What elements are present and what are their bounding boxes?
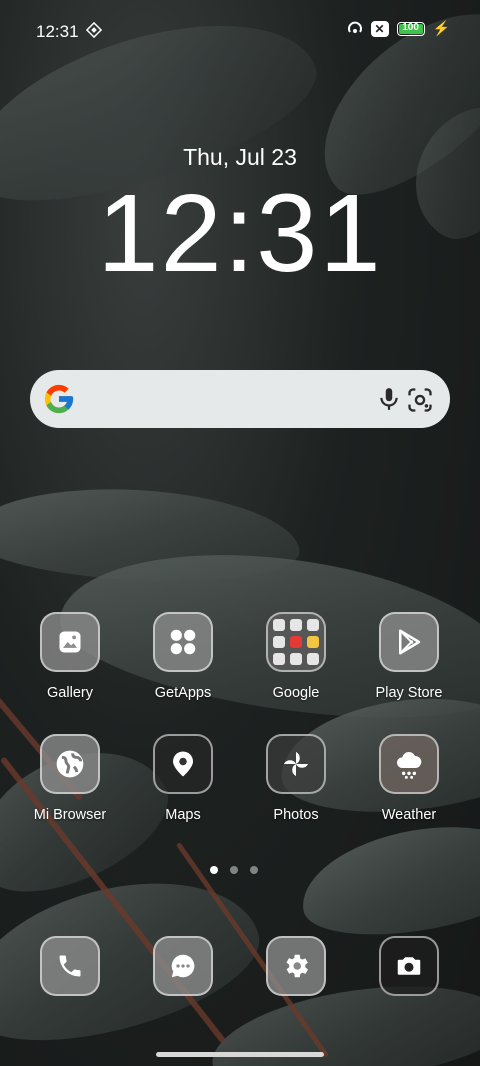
date-text: Thu, Jul 23 xyxy=(183,144,297,170)
page-dot-3[interactable] xyxy=(250,866,258,874)
getapps-icon xyxy=(170,629,196,655)
cloud-rain-icon xyxy=(397,751,422,779)
page-dot-1[interactable] xyxy=(210,866,218,874)
google-logo-icon xyxy=(44,384,74,414)
page-indicator xyxy=(210,866,258,874)
app-maps[interactable]: Maps xyxy=(133,734,233,823)
clock-widget[interactable]: 12:31 xyxy=(0,170,480,297)
charging-bolt-icon: ⚡ xyxy=(432,20,450,36)
play-store-icon xyxy=(399,629,421,655)
status-bar: 12:31 ✕ 100 ⚡ xyxy=(0,0,480,62)
dock-camera[interactable] xyxy=(359,936,459,996)
app-label: Mi Browser xyxy=(33,807,107,823)
nfc-icon xyxy=(86,22,102,38)
microphone-icon[interactable] xyxy=(376,386,402,412)
app-weather[interactable]: Weather xyxy=(359,734,459,823)
google-lens-icon[interactable] xyxy=(406,386,434,414)
dock-settings[interactable] xyxy=(246,936,346,996)
phone-icon xyxy=(59,955,81,977)
battery-icon: 100 xyxy=(396,21,425,36)
globe-icon xyxy=(56,750,84,778)
app-mi-browser[interactable]: Mi Browser xyxy=(20,734,120,823)
camera-icon xyxy=(397,957,421,975)
app-label: Maps xyxy=(165,807,201,823)
app-photos[interactable]: Photos xyxy=(246,734,346,823)
gesture-nav-handle[interactable] xyxy=(156,1052,324,1057)
app-play-store[interactable]: Play Store xyxy=(359,612,459,701)
dock-phone[interactable] xyxy=(20,936,120,996)
app-label: Photos xyxy=(273,807,319,823)
folder-label: Google xyxy=(272,685,320,701)
pinwheel-icon xyxy=(284,752,308,776)
app-getapps[interactable]: GetApps xyxy=(133,612,233,701)
app-label: Play Store xyxy=(375,685,443,701)
map-pin-icon xyxy=(173,751,193,777)
app-label: Gallery xyxy=(47,685,93,701)
gallery-icon xyxy=(59,631,81,653)
settings-gear-icon xyxy=(286,954,308,978)
folder-google[interactable]: Google xyxy=(246,612,346,701)
no-sim-icon: ✕ xyxy=(370,20,389,37)
messages-icon xyxy=(171,954,195,978)
app-gallery[interactable]: Gallery xyxy=(20,612,120,701)
folder-icon xyxy=(266,612,326,672)
status-time: 12:31 xyxy=(36,22,79,41)
battery-percent: 100 xyxy=(402,21,419,33)
dock-messages[interactable] xyxy=(133,936,233,996)
page-dot-2[interactable] xyxy=(230,866,238,874)
app-label: Weather xyxy=(381,807,437,823)
hotspot-icon xyxy=(347,21,362,33)
app-label: GetApps xyxy=(154,685,212,701)
google-search-bar[interactable] xyxy=(30,370,450,428)
